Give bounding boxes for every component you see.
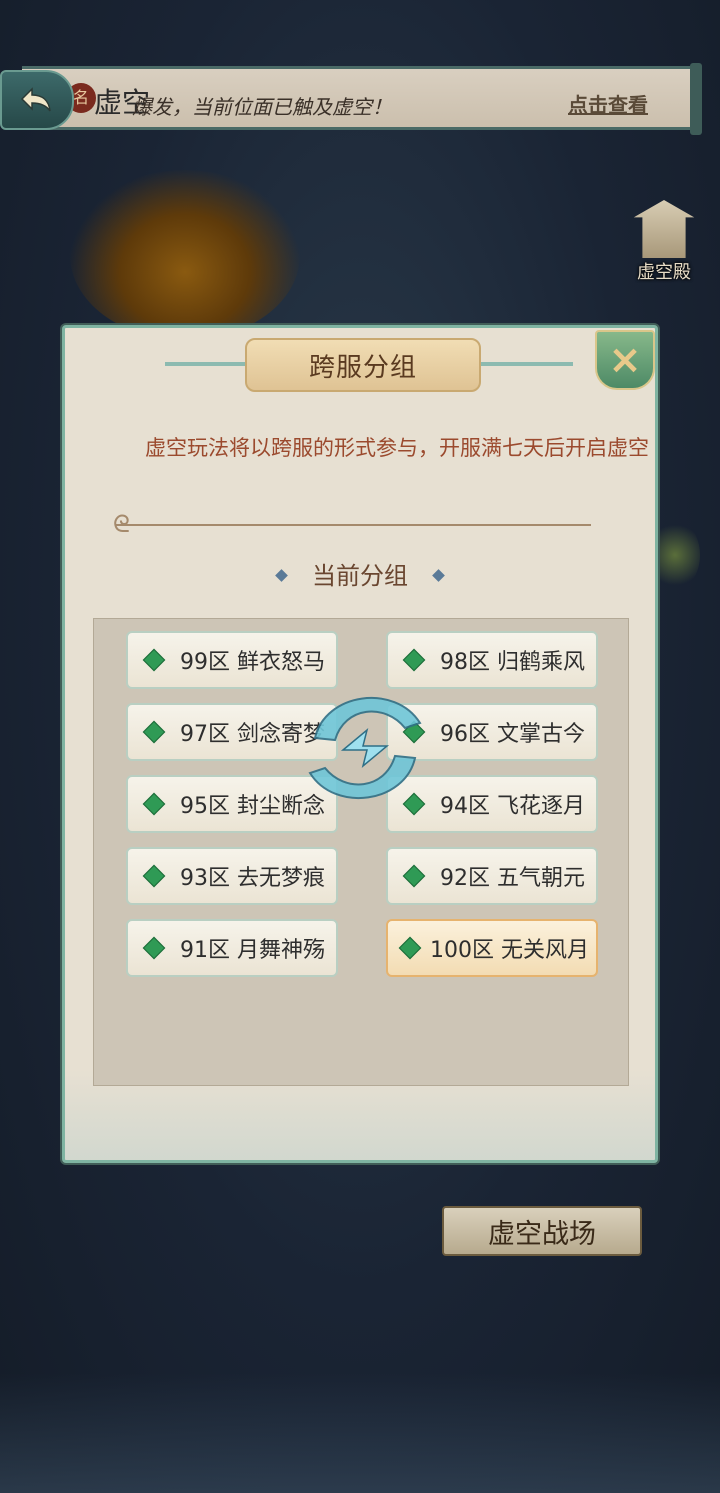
right-diamond-icon bbox=[432, 569, 445, 582]
rule-notice: 虚空玩法将以跨服的形式参与，开服满七天后开启虚空 bbox=[145, 436, 649, 460]
left-diamond-icon bbox=[275, 569, 288, 582]
green-diamond-icon bbox=[142, 936, 166, 960]
server-item[interactable]: 92区 五气朝元 bbox=[386, 847, 598, 905]
cross-server-group-dialog: 跨服分组 × 虚空玩法将以跨服的形式参与，开服满七天后开启虚空 ᘓ 当前分组 9… bbox=[62, 325, 658, 1163]
scroll-end-decoration bbox=[690, 63, 702, 135]
server-name: 100区 无关风月 bbox=[430, 938, 589, 963]
server-item-current[interactable]: 100区 无关风月 bbox=[386, 919, 598, 977]
palace-label: 虚空殿 bbox=[637, 262, 691, 283]
announcement-text: 爆发，当前位面已触及虚空！ bbox=[132, 95, 392, 119]
server-name: 91区 月舞神殇 bbox=[180, 938, 325, 963]
server-name: 92区 五气朝元 bbox=[440, 866, 585, 891]
loading-swirl-icon bbox=[308, 697, 422, 799]
green-diamond-icon bbox=[142, 720, 166, 744]
top-banner: 名 虚空 爆发，当前位面已触及虚空！ 点击查看 bbox=[0, 60, 702, 136]
server-item[interactable]: 93区 去无梦痕 bbox=[126, 847, 338, 905]
green-diamond-icon bbox=[402, 864, 426, 888]
close-icon: × bbox=[608, 337, 642, 383]
server-item[interactable]: 91区 月舞神殇 bbox=[126, 919, 338, 977]
announcement-scroll[interactable]: 名 虚空 爆发，当前位面已触及虚空！ 点击查看 bbox=[22, 63, 702, 135]
server-name: 96区 文掌古今 bbox=[440, 722, 585, 747]
flame-decoration bbox=[70, 170, 300, 340]
green-diamond-icon bbox=[142, 648, 166, 672]
section-title: 当前分组 bbox=[312, 562, 408, 590]
void-palace-button[interactable]: 虚空殿 bbox=[624, 200, 704, 292]
close-button[interactable]: × bbox=[595, 330, 655, 390]
green-diamond-icon bbox=[142, 864, 166, 888]
green-diamond-icon bbox=[398, 936, 422, 960]
server-name: 93区 去无梦痕 bbox=[180, 866, 325, 891]
view-details-link[interactable]: 点击查看 bbox=[568, 89, 648, 118]
dialog-title: 跨服分组 bbox=[308, 352, 417, 383]
green-diamond-icon bbox=[142, 792, 166, 816]
dialog-title-plate: 跨服分组 bbox=[245, 338, 481, 392]
void-battlefield-button[interactable]: 虚空战场 bbox=[442, 1206, 642, 1256]
section-header: 当前分组 bbox=[65, 556, 655, 591]
palace-icon bbox=[633, 200, 695, 258]
server-name: 94区 飞花逐月 bbox=[440, 794, 585, 819]
server-name: 98区 归鹤乘风 bbox=[440, 650, 585, 675]
fog-decoration bbox=[0, 1373, 720, 1493]
back-arrow-icon bbox=[20, 87, 51, 112]
divider bbox=[115, 524, 591, 526]
battlefield-label: 虚空战场 bbox=[488, 1218, 596, 1250]
back-button[interactable] bbox=[0, 70, 74, 130]
